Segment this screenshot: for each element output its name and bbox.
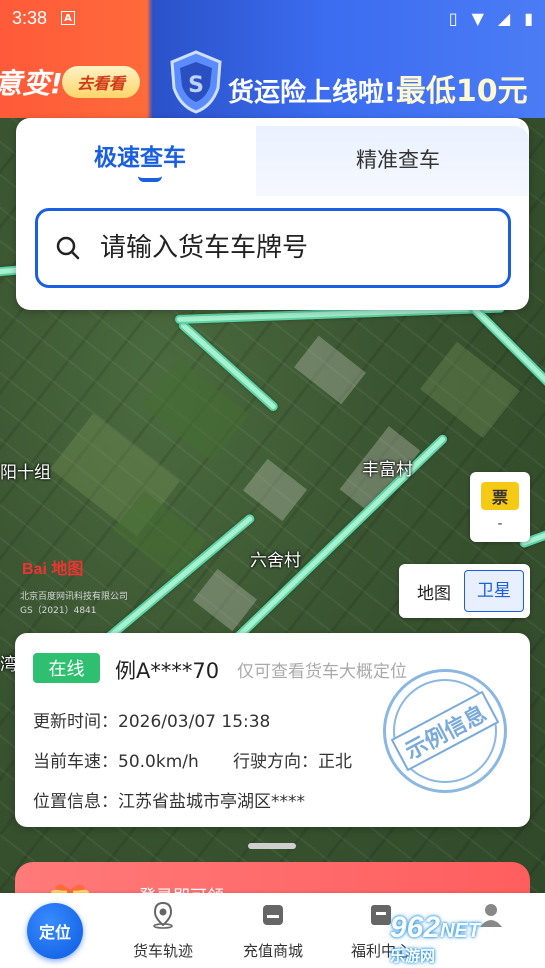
location-hint: 仅可查看货车大概定位 <box>237 662 407 682</box>
drag-handle[interactable] <box>248 843 296 849</box>
tab-precise-query[interactable]: 精准查车 <box>356 144 440 174</box>
plate-search-input[interactable] <box>100 233 480 263</box>
nav-mall[interactable]: 充值商城 <box>228 901 318 961</box>
sample-stamp: 示例信息 <box>383 669 507 793</box>
signal-icon: ◢ <box>497 8 511 28</box>
vibrate-icon: ▯ <box>448 8 458 28</box>
status-badge: 在线 <box>33 653 100 683</box>
store-icon <box>263 905 283 925</box>
plate-number: 例A****70 <box>115 659 220 683</box>
banner-main-text: 货运险上线啦!最低10元 <box>228 74 528 109</box>
search-card: 极速查车 精准查车 <box>16 118 529 310</box>
ticket-value: - <box>497 516 503 532</box>
banner-left-text: 意变! <box>0 67 63 100</box>
ticket-control[interactable]: 票 - <box>470 472 530 542</box>
banner-go-button[interactable]: 去看看 <box>62 66 140 98</box>
baidu-map-logo: Bai 地图 <box>22 561 84 578</box>
battery-icon: ▮ <box>524 8 533 28</box>
status-time: 3:38 <box>12 7 48 28</box>
direction-row: 行驶方向：正北 <box>233 752 352 772</box>
query-tabs: 极速查车 精准查车 <box>16 118 529 196</box>
map-type-map[interactable]: 地图 <box>404 579 464 604</box>
shield-icon: S <box>170 50 222 114</box>
map-label-liushe: 六舍村 <box>250 551 301 571</box>
status-bar: 3:38 A ▯ ▼ ◢ ▮ <box>0 0 545 36</box>
nav-locate-button[interactable]: 定位 <box>27 903 83 959</box>
notification-a-icon: A <box>61 11 76 25</box>
search-box[interactable] <box>35 208 511 288</box>
svg-text:S: S <box>188 73 204 98</box>
tab-fast-query[interactable]: 极速查车 <box>94 138 186 172</box>
tab-active-indicator <box>138 176 162 182</box>
location-row: 位置信息：江苏省盐城市亭湖区**** <box>33 792 305 812</box>
map-type-satellite[interactable]: 卫星 <box>464 570 524 612</box>
site-watermark: 962NET 乐游网 <box>390 910 481 965</box>
location-pin-icon <box>153 901 173 929</box>
wifi-icon: ▼ <box>471 8 484 28</box>
ticket-badge: 票 <box>481 482 519 510</box>
map-copyright: 北京百度网讯科技有限公司 GS（2021）4841 <box>20 592 129 616</box>
update-time-row: 更新时间：2026/03/07 15:38 <box>33 712 271 732</box>
vehicle-info-card: 在线 例A****70 仅可查看货车大概定位 更新时间：2026/03/07 1… <box>15 633 530 827</box>
map-label-yang: 阳十组 <box>0 463 51 483</box>
nav-track[interactable]: 货车轨迹 <box>118 901 208 961</box>
map-type-toggle: 地图 卫星 <box>399 564 530 618</box>
search-icon <box>56 236 80 260</box>
speed-row: 当前车速：50.0km/h <box>33 752 199 772</box>
map-label-fengfu: 丰富村 <box>362 460 413 480</box>
